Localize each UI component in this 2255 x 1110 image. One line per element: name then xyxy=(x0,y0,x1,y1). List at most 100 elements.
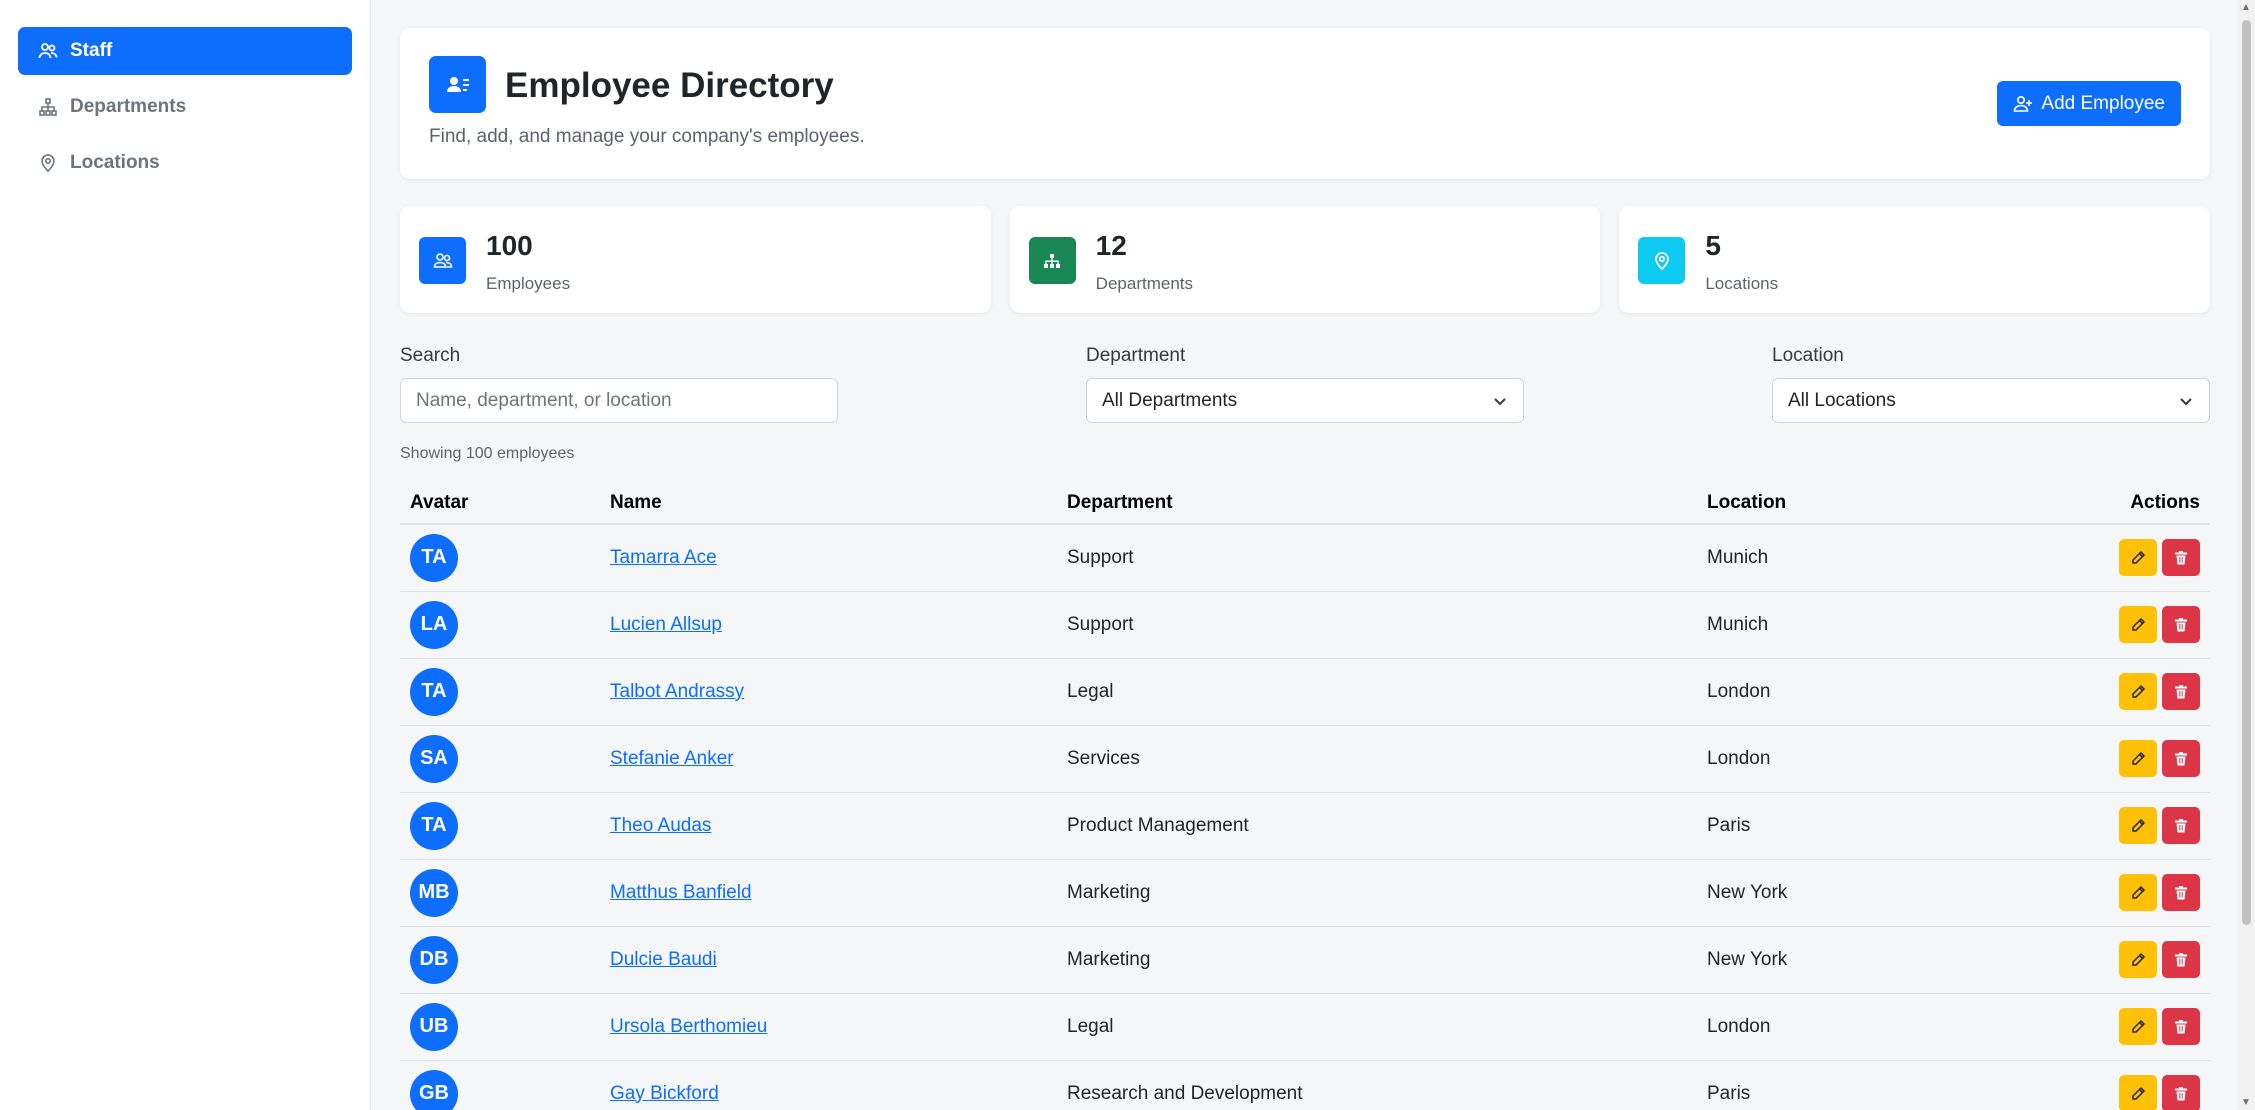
pencil-icon xyxy=(2132,550,2146,564)
edit-button[interactable] xyxy=(2119,1075,2157,1110)
avatar-cell: GB xyxy=(400,1060,600,1110)
employee-name-link[interactable]: Gay Bickford xyxy=(610,1083,719,1104)
location-select-value: All Locations xyxy=(1788,389,1896,411)
sidebar-item-departments[interactable]: Departments xyxy=(18,83,352,131)
department-cell: Legal xyxy=(1057,658,1697,726)
result-count: Showing 100 employees xyxy=(400,445,575,462)
add-employee-button[interactable]: Add Employee xyxy=(1997,81,2181,126)
pencil-icon xyxy=(2132,1086,2146,1100)
table-row: SA Stefanie Anker Services London xyxy=(400,725,2210,793)
avatar: LA xyxy=(410,600,458,649)
location-cell: Munich xyxy=(1697,591,1953,659)
avatar: TA xyxy=(410,801,458,850)
employee-name-link[interactable]: Talbot Andrassy xyxy=(610,681,744,702)
pencil-icon xyxy=(2132,952,2146,966)
stat-value: 5 xyxy=(1705,230,1721,261)
scroll-up-icon[interactable]: ▲ xyxy=(2241,2,2251,13)
delete-button[interactable] xyxy=(2162,874,2200,911)
delete-button[interactable] xyxy=(2162,807,2200,844)
delete-button[interactable] xyxy=(2162,1075,2200,1110)
department-cell: Support xyxy=(1057,591,1697,659)
trash-icon xyxy=(2175,885,2187,899)
trash-icon xyxy=(2175,550,2187,565)
sidebar-item-locations[interactable]: Locations xyxy=(18,139,352,187)
table-row: LA Lucien Allsup Support Munich xyxy=(400,591,2210,659)
employee-name-link[interactable]: Lucien Allsup xyxy=(610,614,722,635)
scroll-down-icon[interactable]: ▼ xyxy=(2241,1097,2251,1108)
stat-value: 100 xyxy=(486,230,533,261)
avatar-cell: TA xyxy=(400,524,600,592)
column-header-name[interactable]: Name xyxy=(600,483,1057,525)
department-cell: Product Management xyxy=(1057,792,1697,860)
stat-label: Departments xyxy=(1095,274,1193,293)
delete-button[interactable] xyxy=(2162,606,2200,643)
trash-icon xyxy=(2175,1086,2187,1100)
trash-icon xyxy=(2175,1019,2187,1033)
delete-button[interactable] xyxy=(2162,941,2200,978)
delete-button[interactable] xyxy=(2162,740,2200,777)
search-filter: Search xyxy=(400,345,838,423)
sidebar-item-label: Locations xyxy=(70,152,160,173)
employee-name-link[interactable]: Ursola Berthomieu xyxy=(610,1016,767,1037)
employee-name-link[interactable]: Theo Audas xyxy=(610,815,711,836)
department-cell: Marketing xyxy=(1057,859,1697,927)
trash-icon xyxy=(2175,751,2187,765)
department-cell: Services xyxy=(1057,725,1697,793)
people-icon xyxy=(419,237,466,284)
department-select-value: All Departments xyxy=(1102,389,1238,411)
employee-name-link[interactable]: Stefanie Anker xyxy=(610,748,734,769)
stats-row: 100 Employees 12 Departments 5 Locations xyxy=(400,206,2211,313)
edit-button[interactable] xyxy=(2119,874,2157,911)
delete-button[interactable] xyxy=(2162,1008,2200,1045)
delete-button[interactable] xyxy=(2162,673,2200,710)
avatar-cell: UB xyxy=(400,993,600,1061)
edit-button[interactable] xyxy=(2119,1008,2157,1045)
pencil-icon xyxy=(2132,684,2146,698)
search-input[interactable] xyxy=(400,378,838,423)
avatar: MB xyxy=(410,868,458,917)
avatar-cell: TA xyxy=(400,658,600,726)
sidebar-item-label: Departments xyxy=(70,96,187,117)
pencil-icon xyxy=(2132,818,2146,832)
location-select[interactable]: All Locations xyxy=(1772,378,2210,423)
sidebar-item-staff[interactable]: Staff xyxy=(18,27,352,75)
scrollbar[interactable]: ▲ ▼ xyxy=(2238,0,2255,1110)
edit-button[interactable] xyxy=(2119,807,2157,844)
edit-button[interactable] xyxy=(2119,606,2157,643)
add-employee-label: Add Employee xyxy=(2041,92,2165,114)
table-row: MB Matthus Banfield Marketing New York xyxy=(400,859,2210,927)
table-row: UB Ursola Berthomieu Legal London xyxy=(400,993,2210,1061)
edit-button[interactable] xyxy=(2119,941,2157,978)
trash-icon xyxy=(2175,952,2187,966)
location-cell: London xyxy=(1697,658,1953,726)
edit-button[interactable] xyxy=(2119,673,2157,710)
stat-card-locations: 5 Locations xyxy=(1619,206,2211,313)
actions-cell xyxy=(1952,725,2210,793)
actions-cell xyxy=(1952,792,2210,860)
department-select[interactable]: All Departments xyxy=(1086,378,1524,423)
people-icon xyxy=(38,43,58,59)
delete-button[interactable] xyxy=(2162,539,2200,577)
scroll-thumb[interactable] xyxy=(2242,20,2251,925)
actions-cell xyxy=(1952,591,2210,659)
avatar-cell: SA xyxy=(400,725,600,793)
page-title: Employee Directory xyxy=(505,66,834,105)
employee-name-link[interactable]: Tamarra Ace xyxy=(610,547,717,568)
employee-name-link[interactable]: Dulcie Baudi xyxy=(610,949,717,970)
column-header-location[interactable]: Location xyxy=(1697,483,1953,525)
table-row: TA Tamarra Ace Support Munich xyxy=(400,524,2210,592)
department-cell: Support xyxy=(1057,524,1697,592)
avatar: UB xyxy=(410,1002,458,1051)
stat-label: Locations xyxy=(1705,274,1779,293)
person-add-icon xyxy=(2014,95,2033,112)
column-header-department[interactable]: Department xyxy=(1057,483,1697,525)
main-content: Employee Directory Find, add, and manage… xyxy=(400,28,2211,1110)
edit-button[interactable] xyxy=(2119,539,2157,577)
edit-button[interactable] xyxy=(2119,740,2157,777)
department-cell: Marketing xyxy=(1057,926,1697,994)
department-cell: Legal xyxy=(1057,993,1697,1061)
location-cell: New York xyxy=(1697,859,1953,927)
employee-name-link[interactable]: Matthus Banfield xyxy=(610,882,752,903)
filters: Search Department All Departments Locati… xyxy=(400,345,2210,435)
pencil-icon xyxy=(2132,617,2146,631)
